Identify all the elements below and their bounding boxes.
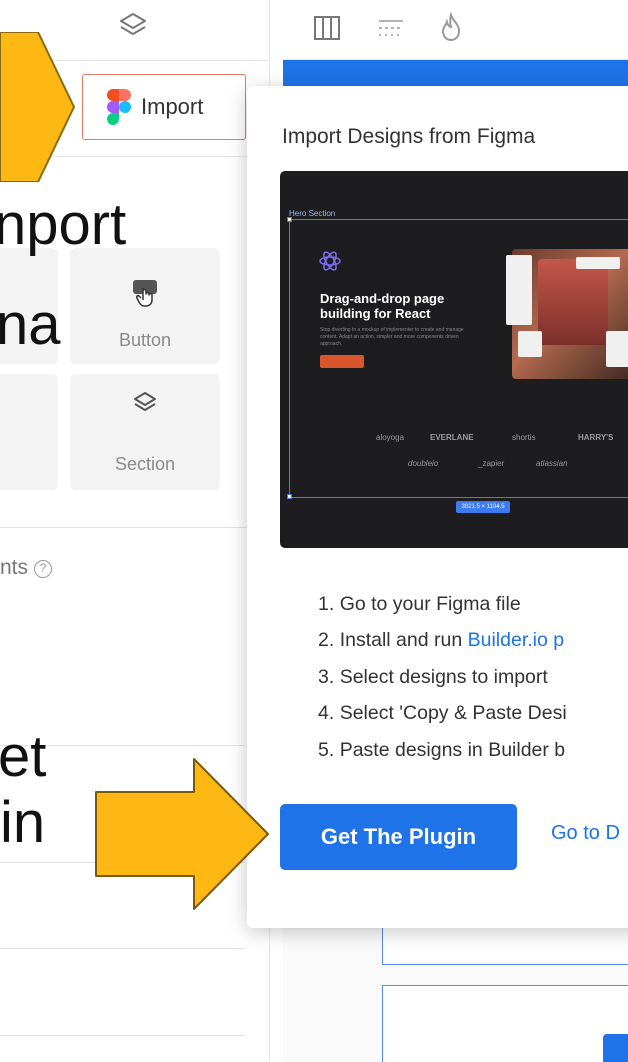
- divider: [0, 1035, 245, 1036]
- step-item: 4. Select 'Copy & Paste Desi: [318, 702, 567, 738]
- get-plugin-button[interactable]: Get The Plugin: [280, 804, 517, 870]
- docs-link[interactable]: Go to D: [551, 822, 620, 845]
- step-text: Install and run: [339, 629, 468, 652]
- brand-logo: aloyoga: [376, 433, 405, 442]
- hero-title: Drag-and-drop page building for React: [320, 291, 445, 321]
- annotation-text: na: [0, 292, 61, 357]
- hero-cta: [320, 355, 364, 368]
- selection-handle: [287, 494, 292, 499]
- spacer-icon[interactable]: [377, 16, 405, 40]
- selection-handle: [287, 217, 292, 222]
- step-number: 4.: [318, 702, 335, 725]
- step-item: 3. Select designs to import: [318, 666, 567, 702]
- step-text: Paste designs in Builder b: [339, 738, 566, 761]
- divider: [0, 948, 245, 949]
- brand-logo: _zapier: [478, 459, 505, 468]
- brand-logo: EVERLANE: [430, 433, 474, 442]
- help-icon[interactable]: ?: [34, 560, 53, 578]
- layers-icon: [134, 392, 156, 411]
- components-heading-text: nts: [0, 556, 29, 579]
- import-label: Import: [141, 94, 204, 119]
- brand-logo: atlassian: [536, 459, 568, 468]
- tile-section[interactable]: Section: [70, 374, 220, 490]
- hero-photo-model: [538, 259, 608, 345]
- step-item: 5. Paste designs in Builder b: [318, 739, 567, 775]
- section-tag: Hero Section: [289, 209, 336, 218]
- tile-label: Button: [118, 330, 172, 350]
- tile-label: Section: [114, 454, 176, 474]
- canvas-toolbar: [283, 0, 628, 60]
- react-logo-icon: [319, 251, 341, 271]
- tile-button[interactable]: Button: [70, 248, 220, 364]
- step-number: 2.: [318, 629, 335, 652]
- step-number: 3.: [318, 665, 335, 688]
- figma-icon: [107, 89, 131, 125]
- figma-preview-image: Hero Section Drag-and-drop page building…: [280, 171, 628, 548]
- steps-list: 1. Go to your Figma file 2. Install and …: [318, 593, 567, 775]
- step-number: 5.: [318, 738, 335, 761]
- layers-icon[interactable]: [118, 10, 148, 40]
- step-text: Select designs to import: [339, 665, 548, 688]
- columns-icon[interactable]: [313, 14, 341, 42]
- ui-card: [518, 331, 542, 357]
- annotation-text: nport: [0, 192, 127, 257]
- app-root: Import Button Section nts? nport na et i…: [0, 0, 628, 1062]
- step-text: Go to your Figma file: [339, 593, 521, 615]
- ui-card: [576, 257, 620, 269]
- pointer-hand-icon: [133, 280, 157, 307]
- ui-card: [506, 255, 532, 325]
- canvas-block[interactable]: [382, 985, 628, 1062]
- annotation-arrow-right-icon: [95, 758, 269, 910]
- divider: [0, 527, 270, 528]
- brand-logo: HARRY'S: [578, 433, 614, 442]
- step-number: 1.: [318, 593, 335, 615]
- step-text: Select 'Copy & Paste Desi: [339, 702, 567, 725]
- popup-title: Import Designs from Figma: [282, 125, 536, 148]
- tile-partial[interactable]: [0, 374, 58, 490]
- step-item: 1. Go to your Figma file: [318, 593, 567, 629]
- brand-logo: shortis: [512, 433, 536, 442]
- flame-icon[interactable]: [439, 12, 463, 42]
- builder-plugin-link[interactable]: Builder.io p: [468, 629, 564, 651]
- annotation-arrow-right-icon: [0, 32, 75, 182]
- step-item: 2. Install and run Builder.io p: [318, 629, 567, 665]
- size-tag: 3021.5 × 1104.5: [456, 501, 510, 513]
- annotation-text: et: [0, 724, 47, 789]
- brand-logo: doubleio: [408, 459, 439, 468]
- figma-import-button[interactable]: Import: [82, 74, 246, 140]
- canvas-button[interactable]: [603, 1034, 628, 1062]
- annotation-text: in: [0, 790, 46, 855]
- ui-card: [606, 331, 628, 367]
- components-heading: nts?: [0, 556, 53, 580]
- hero-subtitle: Stop diverting to a mockup of implemente…: [320, 327, 464, 347]
